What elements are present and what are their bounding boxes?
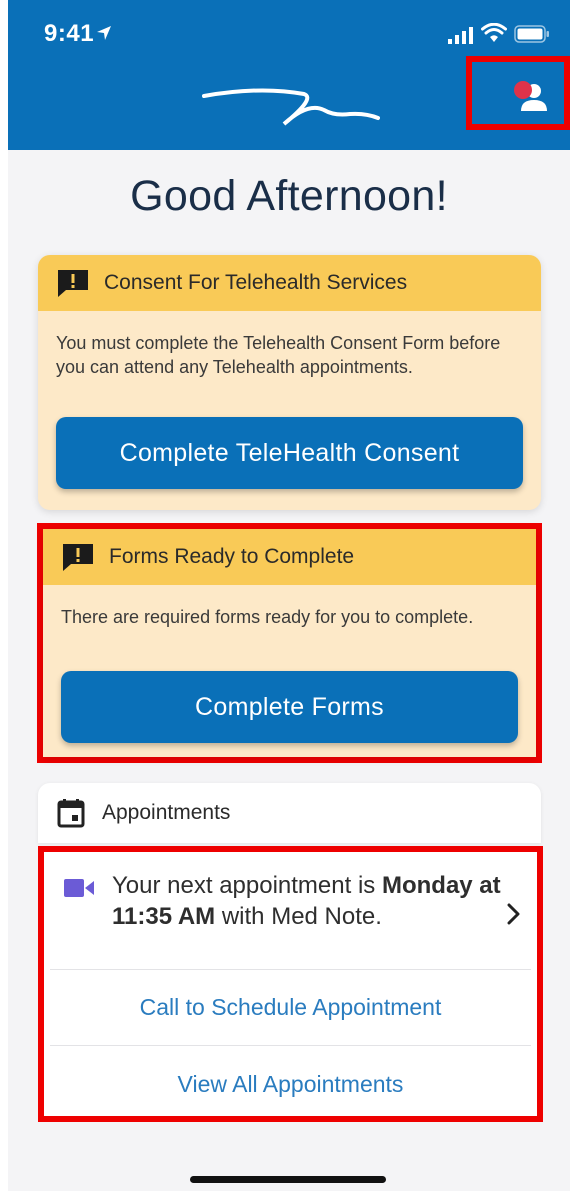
chevron-right-icon (507, 903, 520, 925)
consent-card-title: Consent For Telehealth Services (104, 271, 408, 294)
notification-dot (514, 81, 532, 99)
video-camera-icon (64, 879, 94, 897)
next-appointment-with: with (221, 903, 265, 930)
appointments-title: Appointments (102, 801, 231, 824)
forms-card-title: Forms Ready to Complete (109, 545, 355, 568)
view-all-appointments-link[interactable]: View All Appointments (50, 1046, 531, 1122)
cellular-signal-icon (448, 27, 473, 44)
complete-forms-button[interactable]: Complete Forms (61, 671, 518, 743)
brand-wave-logo (202, 88, 380, 126)
forms-card-message: There are required forms ready for you t… (61, 607, 474, 627)
forms-card-header: Forms Ready to Complete (43, 529, 536, 585)
calendar-icon (57, 799, 85, 828)
status-time: 9:41 (44, 20, 95, 47)
next-appointment-provider: Med Note. (271, 903, 382, 930)
next-appointment-row[interactable]: Your next appointment is Monday at 11:35… (50, 858, 531, 970)
consent-card-header: Consent For Telehealth Services (38, 255, 541, 311)
consent-card: Consent For Telehealth Services You must… (38, 255, 541, 510)
alert-message-icon (58, 270, 88, 297)
status-bar: 9:41 (8, 0, 570, 64)
appointments-header: Appointments (38, 783, 541, 843)
forms-card: Forms Ready to Complete There are requir… (43, 529, 536, 757)
call-to-schedule-link[interactable]: Call to Schedule Appointment (50, 970, 531, 1046)
location-arrow-icon (97, 26, 111, 40)
complete-consent-button[interactable]: Complete TeleHealth Consent (56, 417, 523, 489)
wifi-icon (481, 23, 507, 42)
greeting-title: Good Afternoon! (130, 172, 448, 220)
alert-message-icon (63, 544, 93, 571)
app-screen: 9:41 Good Afternoon! Consent For Telehea… (8, 0, 570, 1191)
consent-card-message: You must complete the Telehealth Consent… (56, 333, 501, 377)
app-header: 9:41 (8, 0, 570, 150)
battery-icon (514, 25, 549, 43)
next-appointment-prefix: Your next appointment is (112, 872, 376, 899)
home-indicator[interactable] (190, 1176, 386, 1183)
appointments-list: Your next appointment is Monday at 11:35… (38, 846, 543, 1122)
profile-button[interactable] (466, 56, 570, 130)
next-appointment-text: Your next appointment is Monday at 11:35… (112, 870, 502, 932)
